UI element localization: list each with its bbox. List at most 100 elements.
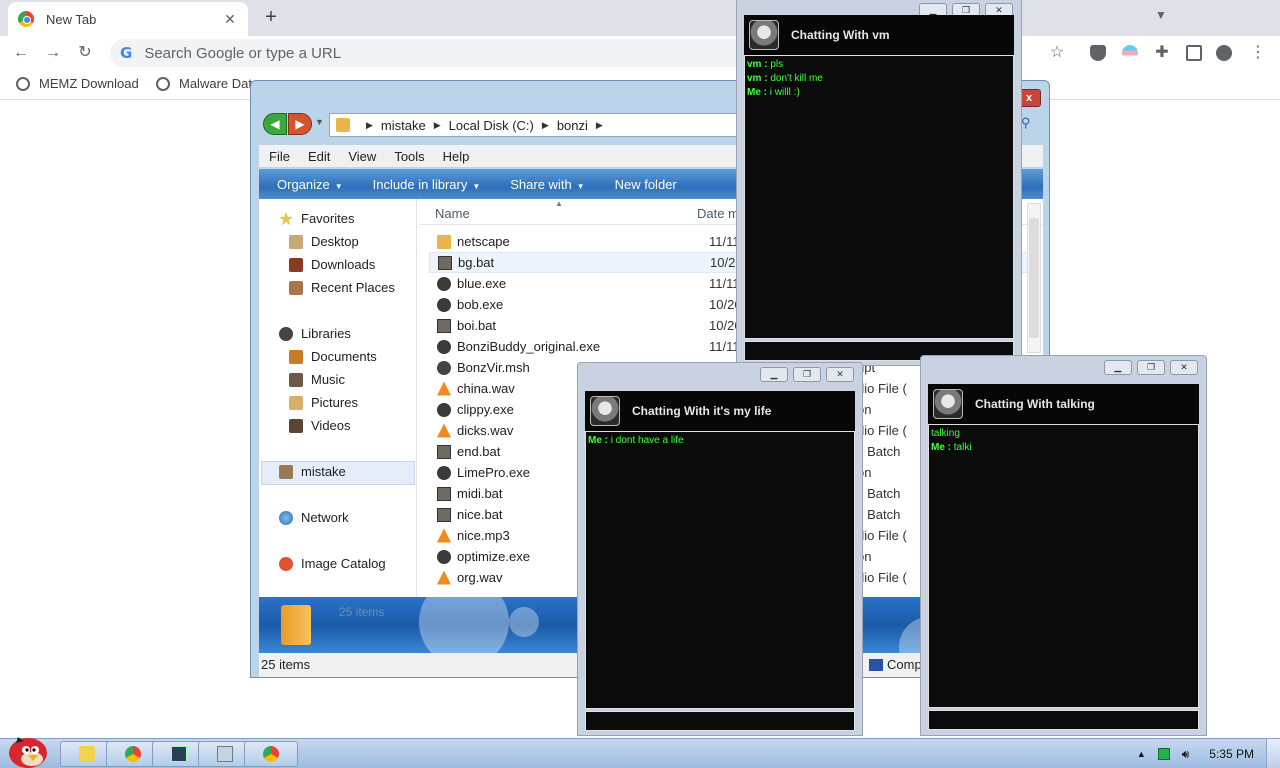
decor-bubble [509, 607, 539, 637]
nav-label: Favorites [301, 211, 355, 226]
folder-icon [336, 118, 350, 132]
puzzle-extensions-icon[interactable]: ✚ [1151, 42, 1173, 64]
nav-favorites[interactable]: Favorites [279, 211, 354, 226]
avatar [749, 20, 779, 50]
omnibox[interactable]: G Search Google or type a URL [110, 39, 750, 67]
chat-window-talking: ▁ ❐ ✕ Chatting With talking talking Me :… [920, 355, 1207, 736]
close-button[interactable]: ✕ [826, 367, 854, 382]
new-tab-button[interactable]: + [260, 6, 282, 28]
nav-network[interactable]: Network [279, 510, 349, 525]
breadcrumb-item[interactable]: bonzi [557, 118, 588, 133]
menu-file[interactable]: File [269, 149, 290, 164]
organize-button[interactable]: Organize ▼ [277, 177, 343, 192]
taskbar-chrome-button-2[interactable] [244, 741, 298, 767]
forward-arrow-icon[interactable]: → [42, 42, 64, 64]
recent-places-icon [289, 280, 303, 295]
bookmark-memz[interactable]: MEMZ Download [16, 76, 139, 91]
network-status-icon[interactable] [1157, 748, 1170, 760]
message-sender: Me : [588, 435, 608, 446]
nav-mistake[interactable]: mistake [279, 464, 346, 479]
bookmark-label: Malware Dat [179, 76, 252, 91]
nav-label: Desktop [311, 234, 359, 249]
nav-libraries[interactable]: Libraries [279, 326, 351, 341]
nav-desktop[interactable]: Desktop [289, 234, 359, 249]
show-desktop-button[interactable] [1266, 739, 1280, 768]
file-name: bob.exe [457, 297, 504, 312]
menu-tools[interactable]: Tools [394, 149, 424, 164]
maximize-button[interactable]: ❐ [793, 367, 821, 382]
details-item-count: 25 items [339, 605, 385, 619]
include-in-library-button[interactable]: Include in library ▼ [373, 177, 481, 192]
scrollbar-thumb[interactable] [1029, 218, 1039, 338]
chat-input[interactable] [585, 711, 855, 731]
tab-new-tab[interactable]: New Tab ✕ [8, 2, 248, 36]
back-arrow-icon[interactable]: ← [10, 42, 32, 64]
shield-extension-icon[interactable] [1090, 45, 1106, 61]
new-folder-button[interactable]: New folder [615, 177, 677, 192]
chrome-icon [18, 11, 34, 27]
window-controls: ▁ ❐ ✕ [1099, 360, 1198, 375]
nav-image-catalog[interactable]: Image Catalog [279, 556, 386, 571]
chat-window-vm: ▁ ❐ ✕ Chatting With vm vm : pls vm : don… [736, 0, 1022, 366]
close-button[interactable]: ✕ [1170, 360, 1198, 375]
system-tray: ▲ 🔊︎ 5:35 PM [1137, 739, 1280, 768]
chat-header: Chatting With talking [928, 384, 1199, 424]
chevron-down-icon: ▼ [472, 181, 481, 191]
chat-input[interactable] [928, 710, 1199, 730]
address-bar[interactable]: ▶ mistake ▶ Local Disk (C:) ▶ bonzi ▶ [329, 113, 749, 137]
google-icon: G [120, 44, 133, 62]
close-icon[interactable]: ✕ [222, 11, 238, 28]
nav-recent-places[interactable]: Recent Places [289, 280, 395, 295]
column-name[interactable]: Name [435, 206, 470, 221]
more-menu-icon[interactable]: ⋮ [1247, 42, 1269, 64]
breadcrumb-separator-icon[interactable]: ▶ [434, 120, 441, 131]
chevron-down-icon[interactable]: ▼ [315, 117, 327, 131]
back-button[interactable]: ◀ [263, 113, 287, 135]
chat-header: Chatting With vm [744, 15, 1014, 55]
search-icon[interactable]: ⚲ [1021, 115, 1039, 133]
nav-downloads[interactable]: Downloads [289, 257, 375, 272]
include-label: Include in library [372, 176, 468, 192]
breadcrumb-item[interactable]: mistake [381, 118, 426, 133]
reload-icon[interactable]: ↻ [74, 42, 96, 64]
maximize-button[interactable]: ❐ [1137, 360, 1165, 375]
bookmark-malware-database[interactable]: Malware Dat [156, 76, 252, 91]
nav-videos[interactable]: Videos [289, 418, 351, 433]
breadcrumb-separator-icon[interactable]: ▶ [596, 120, 603, 131]
minimize-button[interactable]: ▁ [1104, 360, 1132, 375]
menu-view[interactable]: View [348, 149, 376, 164]
start-button[interactable] [4, 731, 50, 768]
profile-avatar-icon[interactable] [1216, 45, 1232, 61]
vertical-scrollbar[interactable] [1027, 203, 1041, 353]
volume-icon[interactable]: 🔊︎ [1182, 747, 1190, 762]
message-text: talking [931, 428, 960, 439]
tray-chevron-up-icon[interactable]: ▲ [1137, 749, 1146, 759]
star-icon [279, 211, 293, 226]
image-catalog-icon [279, 556, 293, 571]
nav-label: Libraries [301, 326, 351, 341]
status-item-count: 25 items [261, 657, 311, 672]
nav-pictures[interactable]: Pictures [289, 395, 358, 410]
flag-extension-icon[interactable] [1122, 45, 1138, 61]
globe-icon [16, 76, 30, 91]
nav-music[interactable]: Music [289, 372, 345, 387]
chat-log: Me : i dont have a life [585, 431, 855, 709]
breadcrumb-item[interactable]: Local Disk (C:) [449, 118, 534, 133]
breadcrumb-separator-icon[interactable]: ▶ [366, 120, 373, 131]
menu-help[interactable]: Help [443, 149, 470, 164]
menu-edit[interactable]: Edit [308, 149, 330, 164]
nav-label: Pictures [311, 395, 358, 410]
side-panel-icon[interactable] [1186, 45, 1202, 61]
minimize-button[interactable]: ▁ [760, 367, 788, 382]
chevron-down-icon[interactable]: ▼ [1152, 8, 1170, 26]
nav-documents[interactable]: Documents [289, 349, 377, 364]
breadcrumb-separator-icon[interactable]: ▶ [542, 120, 549, 131]
avatar [590, 396, 620, 426]
clock[interactable]: 5:35 PM [1209, 747, 1254, 761]
bat-file-icon [437, 318, 451, 333]
message-sender: vm : [747, 73, 768, 84]
bookmark-star-icon[interactable]: ☆ [1046, 42, 1068, 64]
column-date-modified[interactable]: Date m [697, 206, 739, 221]
share-with-button[interactable]: Share with ▼ [510, 177, 584, 192]
forward-button[interactable]: ▶ [288, 113, 312, 135]
